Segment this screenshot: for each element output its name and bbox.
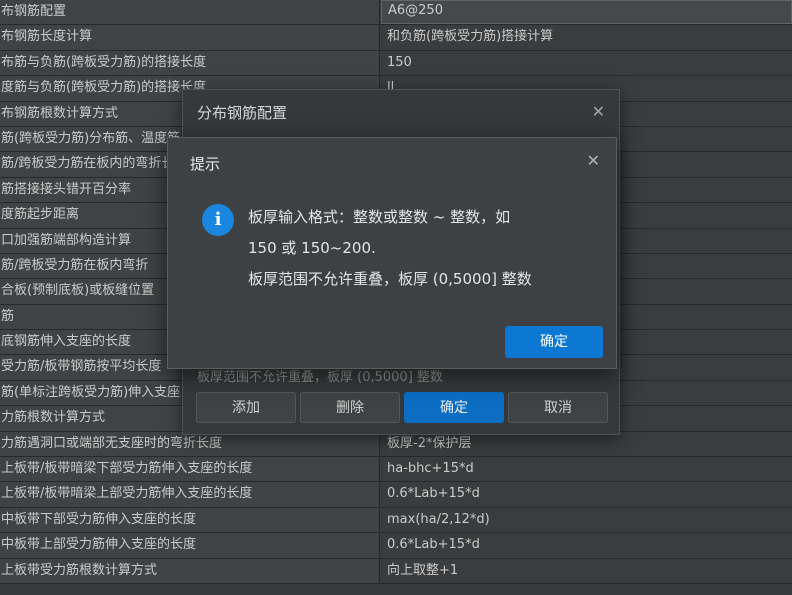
table-row[interactable]: 上板带受力筋根数计算方式 向上取整+1 — [0, 558, 792, 584]
table-row[interactable]: 上板带/板带暗梁下部受力筋伸入支座的长度 ha-bhc+15*d — [0, 457, 792, 483]
info-icon: i — [202, 204, 234, 236]
dialog-title: 分布钢筋配置 — [197, 104, 288, 122]
property-value[interactable]: 板厚-2*保护层 — [381, 431, 792, 457]
property-value[interactable]: A6@250 — [381, 0, 792, 25]
table-row[interactable]: 力筋遇洞口或端部无支座时的弯折长度 板厚-2*保护层 — [0, 431, 792, 458]
property-value[interactable]: 向上取整+1 — [381, 558, 792, 583]
property-label: 上板带/板带暗梁下部受力筋伸入支座的长度 — [0, 457, 380, 482]
table-row[interactable]: 中板带上部受力筋伸入支座的长度 0.6*Lab+15*d — [0, 533, 792, 559]
message-dialog: 提示 ✕ i 板厚输入格式：整数或整数 ~ 整数，如 150 或 150~200… — [167, 137, 617, 369]
property-label: 布钢筋长度计算 — [0, 25, 380, 50]
message-title: 提示 — [190, 155, 221, 173]
table-row[interactable]: 布筋与负筋(跨板受力筋)的搭接长度 150 — [0, 50, 792, 77]
delete-button[interactable]: 删除 — [300, 392, 400, 423]
property-label: 中板带上部受力筋伸入支座的长度 — [0, 533, 380, 558]
message-text: 板厚输入格式：整数或整数 ~ 整数，如 150 或 150~200. 板厚范围不… — [248, 202, 532, 295]
property-label: 布钢筋配置 — [0, 0, 380, 25]
table-row[interactable]: 上板带/板带暗梁上部受力筋伸入支座的长度 0.6*Lab+15*d — [0, 482, 792, 508]
confirm-button[interactable]: 确定 — [404, 392, 504, 423]
message-line: 150 或 150~200. — [248, 239, 376, 257]
close-icon[interactable]: ✕ — [592, 102, 605, 121]
property-value[interactable]: 0.6*Lab+15*d — [381, 533, 792, 558]
table-row[interactable]: 布钢筋长度计算 和负筋(跨板受力筋)搭接计算 — [0, 25, 792, 51]
property-value[interactable]: 和负筋(跨板受力筋)搭接计算 — [381, 25, 792, 50]
property-value[interactable]: 0.6*Lab+15*d — [381, 482, 792, 507]
add-button[interactable]: 添加 — [196, 392, 296, 423]
close-icon[interactable]: ✕ — [587, 151, 600, 170]
property-label: 中板带下部受力筋伸入支座的长度 — [0, 507, 380, 533]
property-value[interactable]: 150 — [381, 50, 792, 76]
property-label: 上板带受力筋根数计算方式 — [0, 558, 380, 583]
property-label: 力筋遇洞口或端部无支座时的弯折长度 — [0, 431, 380, 457]
ok-button[interactable]: 确定 — [505, 326, 603, 358]
cancel-button[interactable]: 取消 — [508, 392, 608, 423]
message-line: 板厚输入格式：整数或整数 ~ 整数，如 — [248, 208, 511, 226]
message-line: 板厚范围不允许重叠，板厚 (0,5000] 整数 — [248, 270, 532, 288]
property-label: 布筋与负筋(跨板受力筋)的搭接长度 — [0, 50, 380, 76]
property-label: 上板带/板带暗梁上部受力筋伸入支座的长度 — [0, 482, 380, 507]
table-row[interactable]: 中板带下部受力筋伸入支座的长度 max(ha/2,12*d) — [0, 507, 792, 534]
property-value[interactable]: max(ha/2,12*d) — [381, 507, 792, 533]
table-row[interactable]: 布钢筋配置 A6@250 — [0, 0, 792, 26]
property-value[interactable]: ha-bhc+15*d — [381, 457, 792, 482]
